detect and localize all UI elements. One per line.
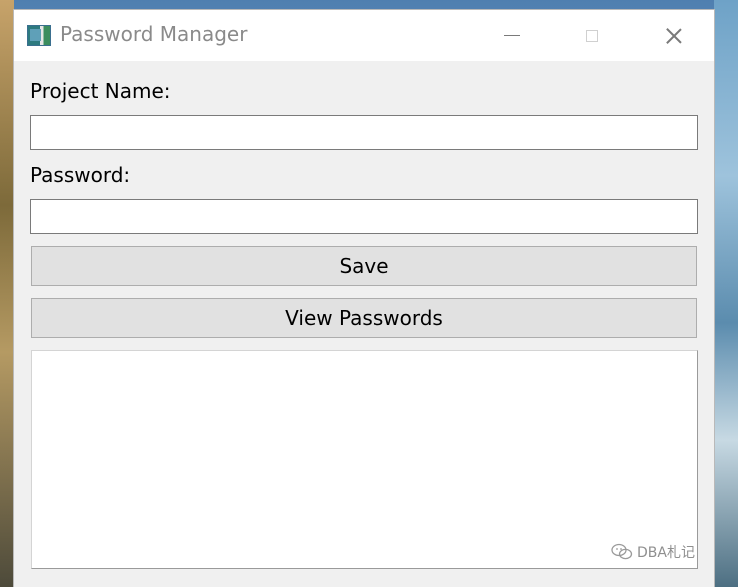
project-name-input[interactable] [30,115,698,150]
wechat-icon [611,543,633,560]
window-title: Password Manager [60,22,248,46]
passwords-output-area[interactable] [31,350,698,569]
close-button[interactable] [634,10,714,61]
password-label: Password: [30,163,131,187]
app-icon [27,25,51,46]
desktop-background-left [0,0,14,587]
minimize-icon [504,35,520,36]
maximize-button[interactable] [552,10,632,61]
project-name-label: Project Name: [30,79,171,103]
watermark: DBA札记 [611,542,695,562]
close-icon [666,28,682,44]
view-passwords-button[interactable]: View Passwords [31,298,697,338]
minimize-button[interactable] [472,10,552,61]
watermark-text: DBA札记 [637,545,695,561]
app-window: Password Manager Project Name: Password:… [14,10,714,587]
desktop-background-right [714,0,738,587]
save-button[interactable]: Save [31,246,697,286]
maximize-icon [586,29,598,42]
password-input[interactable] [30,199,698,234]
title-bar[interactable]: Password Manager [14,10,714,61]
